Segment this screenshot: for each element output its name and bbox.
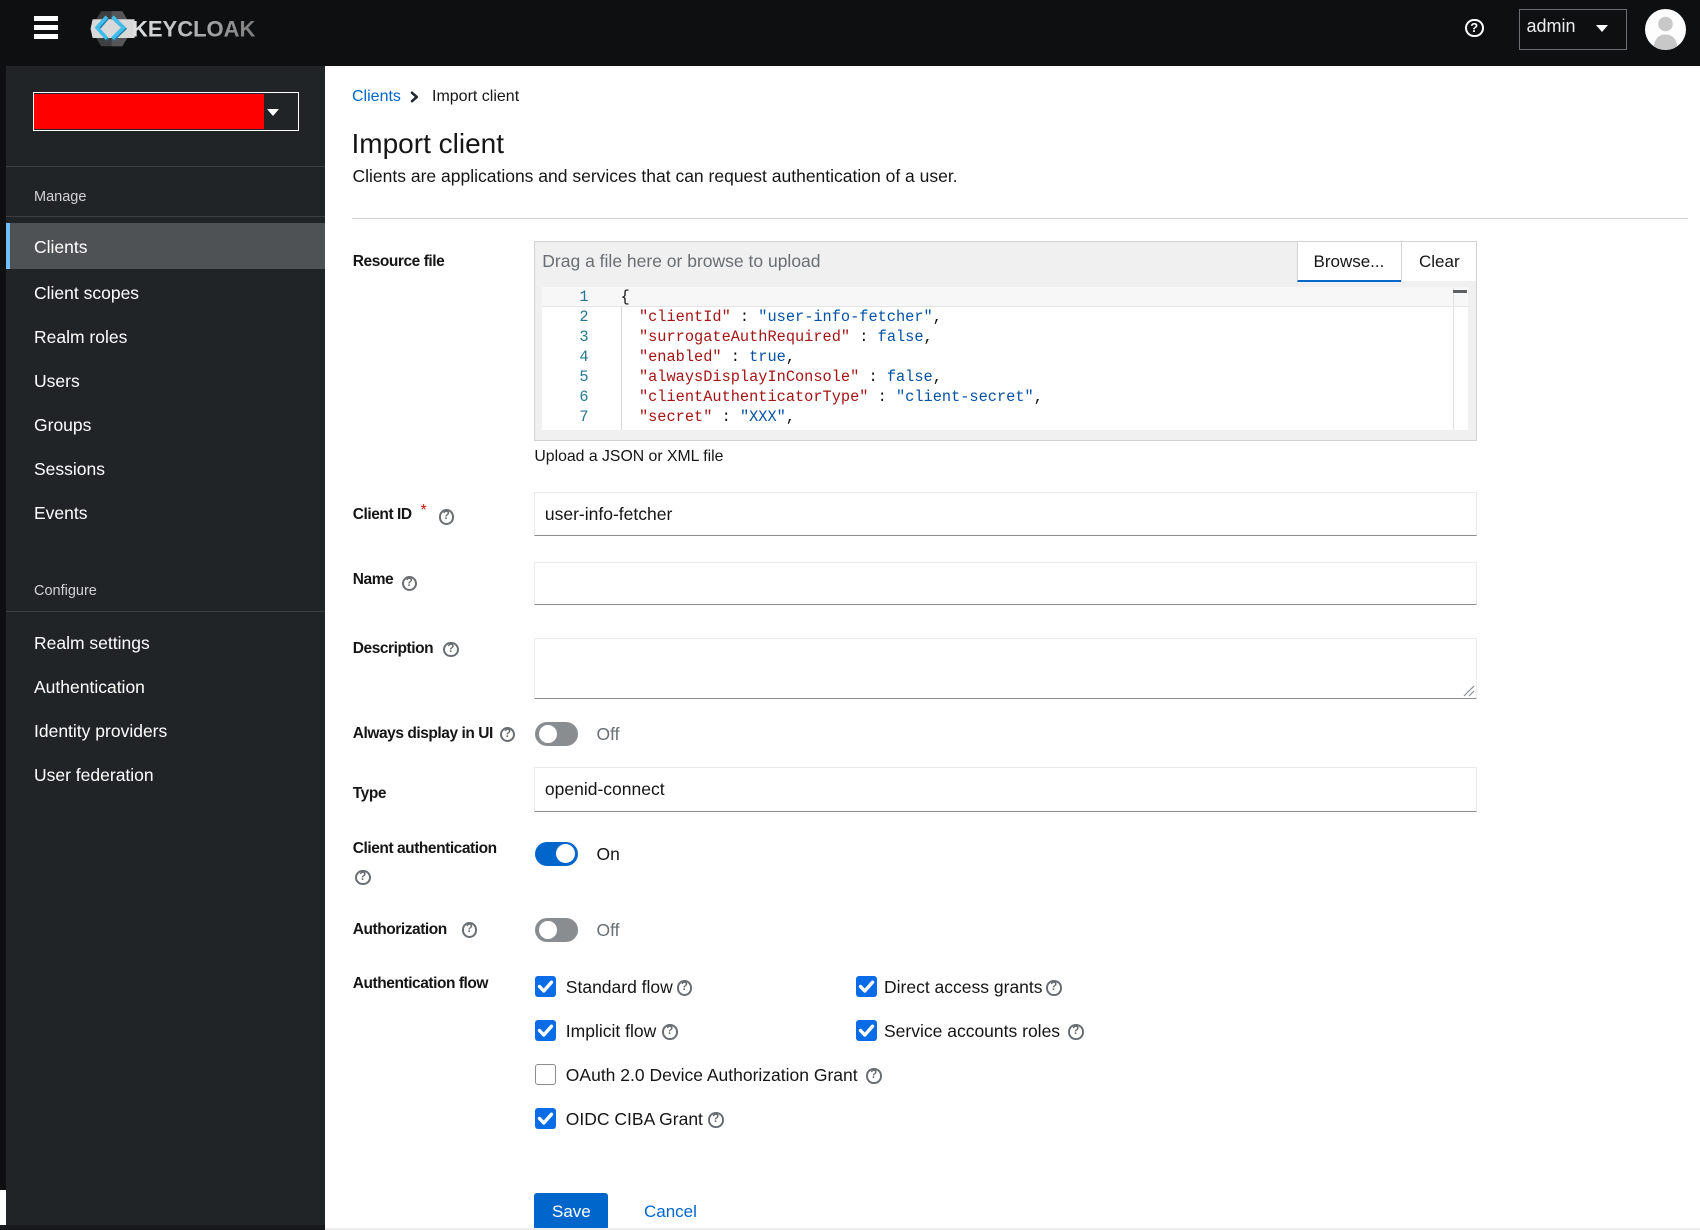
svg-text:KEYCLOAK: KEYCLOAK (132, 17, 256, 42)
